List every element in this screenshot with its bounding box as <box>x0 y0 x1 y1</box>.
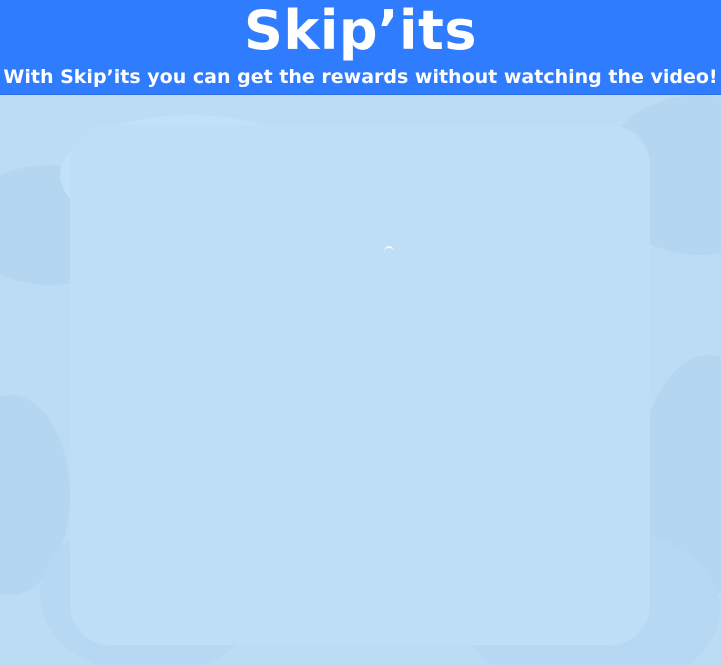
content-area <box>70 125 650 645</box>
skipits-header: Skip’its With Skip’its you can get the r… <box>0 0 721 95</box>
page-subtitle: With Skip’its you can get the rewards wi… <box>3 66 718 88</box>
loading-spinner-icon <box>384 246 394 258</box>
skipits-window: Skip’its With Skip’its you can get the r… <box>0 0 721 665</box>
content-panel <box>0 95 721 665</box>
page-title: Skip’its <box>244 0 477 62</box>
